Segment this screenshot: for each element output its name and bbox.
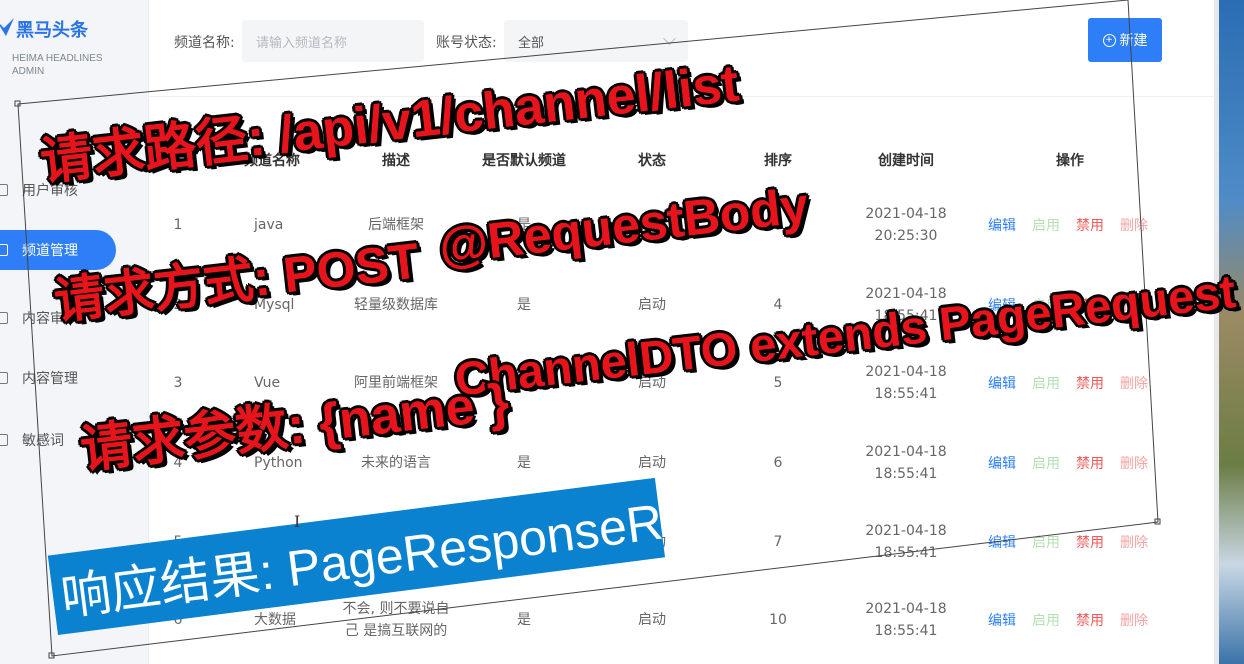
enable-link[interactable]: 启用 <box>1032 215 1060 235</box>
status-select-value: 全部 <box>518 35 545 51</box>
created-clock: 18:55:41 <box>874 545 938 561</box>
text-cursor-icon: I <box>294 512 301 531</box>
status-cell: 启动 <box>638 297 666 313</box>
column-header: 状态 <box>638 153 666 169</box>
status-label: 账号状态: <box>436 35 497 51</box>
created-date: 2021-04-18 <box>865 601 947 617</box>
created-clock: 18:55:41 <box>874 466 938 482</box>
created-time-cell: 2021-04-18 20:25:30 <box>865 203 946 247</box>
status-cell: 启动 <box>638 612 666 628</box>
is-default-cell: 是 <box>517 297 531 313</box>
edit-link[interactable]: 编辑 <box>988 373 1016 393</box>
order-cell: 7 <box>773 534 783 550</box>
disable-link[interactable]: 禁用 <box>1076 532 1104 552</box>
column-header: 操作 <box>1056 153 1084 169</box>
edit-link[interactable]: 编辑 <box>988 532 1016 552</box>
sidebar-item-content-management[interactable]: 内容管理 <box>0 358 116 398</box>
delete-link[interactable]: 删除 <box>1120 373 1148 393</box>
delete-link[interactable]: 删除 <box>1120 532 1148 552</box>
annotation-request-body: @RequestBody <box>436 176 812 275</box>
delete-link[interactable]: 删除 <box>1120 215 1148 235</box>
created-date: 2021-04-18 <box>865 523 947 539</box>
sidebar-item-label: 内容管理 <box>22 371 78 387</box>
created-clock: 18:55:41 <box>874 623 938 639</box>
logo-icon <box>0 18 14 36</box>
desktop-background <box>1214 0 1244 664</box>
column-header: 排序 <box>764 153 792 169</box>
disable-link[interactable]: 禁用 <box>1076 373 1104 393</box>
created-clock: 18:55:41 <box>874 386 938 402</box>
grid-icon <box>0 244 8 256</box>
created-time-cell: 2021-04-18 18:55:41 <box>865 361 946 405</box>
row-index: 3 <box>173 375 183 391</box>
channel-name-input[interactable]: 请输入频道名称 <box>242 20 424 62</box>
enable-link[interactable]: 启用 <box>1032 373 1060 393</box>
new-button[interactable]: + 新建 <box>1088 18 1162 62</box>
is-default-cell: 是 <box>517 612 531 628</box>
channel-name-placeholder: 请输入频道名称 <box>256 35 348 51</box>
enable-link[interactable]: 启用 <box>1032 532 1060 552</box>
enable-link[interactable]: 启用 <box>1032 610 1060 630</box>
disable-link[interactable]: 禁用 <box>1076 215 1104 235</box>
column-header: 创建时间 <box>878 153 934 169</box>
new-button-label: 新建 <box>1119 33 1148 49</box>
logo-subtitle: HEIMA HEADLINES ADMIN <box>12 53 103 77</box>
order-cell: 10 <box>769 612 787 628</box>
created-time-cell: 2021-04-18 18:55:41 <box>865 520 946 564</box>
delete-link[interactable]: 删除 <box>1120 610 1148 630</box>
channel-name-cell: 大数据 <box>254 612 296 628</box>
document-icon <box>0 312 8 324</box>
channel-name-label: 频道名称: <box>174 35 235 51</box>
created-date: 2021-04-18 <box>865 444 947 460</box>
order-cell: 6 <box>773 455 783 471</box>
created-date: 2021-04-18 <box>865 364 947 380</box>
sidebar-item-label: 频道管理 <box>22 243 78 259</box>
order-cell: 5 <box>773 375 783 391</box>
logo-title: 黑马头条 <box>16 20 88 41</box>
bracket-icon <box>0 434 8 446</box>
column-header: 是否默认频道 <box>482 153 566 169</box>
plus-circle-icon: + <box>1102 33 1116 47</box>
disable-link[interactable]: 禁用 <box>1076 610 1104 630</box>
list-icon <box>0 372 8 384</box>
order-cell: 4 <box>773 297 783 313</box>
delete-link[interactable]: 删除 <box>1120 453 1148 473</box>
chevron-down-icon <box>663 32 676 45</box>
created-time-cell: 2021-04-18 18:55:41 <box>865 441 946 485</box>
description-cell: 未来的语言 <box>361 455 431 471</box>
scrollbar[interactable] <box>1214 0 1219 664</box>
created-date: 2021-04-18 <box>865 206 947 222</box>
is-default-cell: 是 <box>517 455 531 471</box>
edit-link[interactable]: 编辑 <box>988 610 1016 630</box>
row-index: 1 <box>173 217 183 233</box>
edit-link[interactable]: 编辑 <box>988 215 1016 235</box>
disable-link[interactable]: 禁用 <box>1076 453 1104 473</box>
edit-link[interactable]: 编辑 <box>988 453 1016 473</box>
created-time-cell: 2021-04-18 18:55:41 <box>865 598 946 642</box>
enable-link[interactable]: 启用 <box>1032 453 1060 473</box>
created-clock: 20:25:30 <box>874 228 938 244</box>
user-icon <box>0 184 8 196</box>
description-cell: 不会, 则不要说自己 是搞互联网的 <box>342 601 450 639</box>
sidebar-item-label: 敏感词 <box>22 433 64 449</box>
status-cell: 启动 <box>638 455 666 471</box>
channel-name-cell: java <box>254 217 284 233</box>
